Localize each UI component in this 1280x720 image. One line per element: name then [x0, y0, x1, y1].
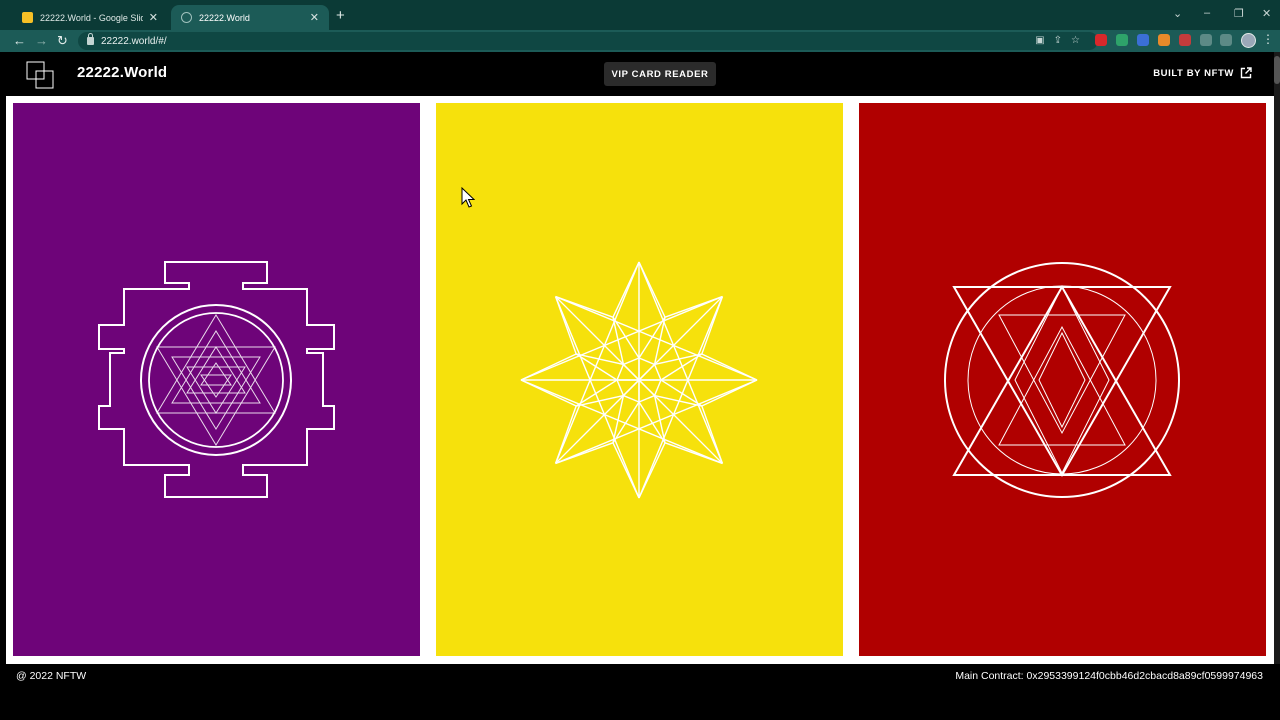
browser-tab-strip: 22222.World - Google Slides ✕ 22222.Worl…	[0, 0, 1280, 30]
mouse-pointer-icon	[461, 187, 475, 208]
page-scrollbar[interactable]	[1274, 52, 1280, 664]
tab-search-icon[interactable]: ⌄	[1173, 7, 1182, 20]
minimize-icon[interactable]: –	[1204, 7, 1210, 19]
extension-v-icon[interactable]	[1116, 34, 1128, 46]
sri-yantra-icon	[98, 261, 335, 498]
browser-toolbar: ← → ↻ 22222.world/#/ ▣ ⇪ ☆	[0, 30, 1280, 52]
yellow-card[interactable]	[436, 103, 843, 656]
built-by-label: BUILT BY NFTW	[1153, 67, 1234, 79]
triangles-circle-icon	[944, 262, 1180, 498]
address-bar[interactable]: 22222.world/#/ ▣ ⇪ ☆	[78, 32, 1098, 50]
share-icon[interactable]: ⇪	[1054, 35, 1062, 46]
bookmark-star-icon[interactable]: ☆	[1071, 35, 1080, 46]
site-title[interactable]: 22222.World	[77, 64, 167, 81]
tab-22222-world[interactable]: 22222.World ✕	[171, 5, 329, 30]
copyright-text: @ 2022 NFTW	[16, 670, 87, 682]
close-tab-icon[interactable]: ✕	[310, 11, 319, 24]
forward-icon[interactable]: →	[35, 32, 48, 50]
built-by-link[interactable]: BUILT BY NFTW	[1153, 67, 1252, 79]
reload-icon[interactable]: ↻	[57, 32, 68, 50]
red-card[interactable]	[859, 103, 1266, 656]
extensions-puzzle-icon[interactable]	[1200, 34, 1212, 46]
star-polyhedron-icon	[520, 261, 758, 499]
metamask-icon[interactable]	[1158, 34, 1170, 46]
extension-blue-icon[interactable]	[1137, 34, 1149, 46]
window-close-icon[interactable]: ✕	[1262, 7, 1271, 20]
slides-favicon-icon	[22, 12, 33, 23]
reading-list-icon[interactable]	[1220, 34, 1232, 46]
browser-menu-icon[interactable]: ⋮	[1262, 32, 1274, 46]
site-logo-icon[interactable]	[26, 61, 54, 89]
main-contract-text[interactable]: Main Contract: 0x2953399124f0cbb46d2cbac…	[955, 670, 1263, 682]
lock-icon	[87, 33, 94, 45]
extension-pill-icon[interactable]	[1179, 34, 1191, 46]
site-header: 22222.World VIP CARD READER BUILT BY NFT…	[0, 52, 1280, 96]
tab-label: 22222.World	[199, 12, 250, 23]
purple-card[interactable]	[13, 103, 420, 656]
site-footer: @ 2022 NFTW Main Contract: 0x2953399124f…	[0, 664, 1280, 720]
back-icon[interactable]: ←	[13, 32, 26, 50]
external-link-icon	[1240, 67, 1252, 79]
close-tab-icon[interactable]: ✕	[149, 11, 158, 24]
card-gallery	[6, 96, 1274, 664]
globe-favicon-icon	[181, 12, 192, 23]
extension-red-icon[interactable]	[1095, 34, 1107, 46]
tab-label: 22222.World - Google Slides	[40, 12, 143, 23]
restore-icon[interactable]: ❐	[1234, 7, 1244, 20]
camera-icon[interactable]: ▣	[1035, 35, 1044, 46]
scrollbar-thumb[interactable]	[1274, 56, 1280, 84]
profile-avatar[interactable]	[1241, 33, 1256, 48]
url-text: 22222.world/#/	[101, 35, 167, 47]
tab-google-slides[interactable]: 22222.World - Google Slides ✕	[12, 5, 168, 30]
vip-card-reader-button[interactable]: VIP CARD READER	[604, 62, 716, 86]
new-tab-button[interactable]: +	[336, 7, 345, 25]
